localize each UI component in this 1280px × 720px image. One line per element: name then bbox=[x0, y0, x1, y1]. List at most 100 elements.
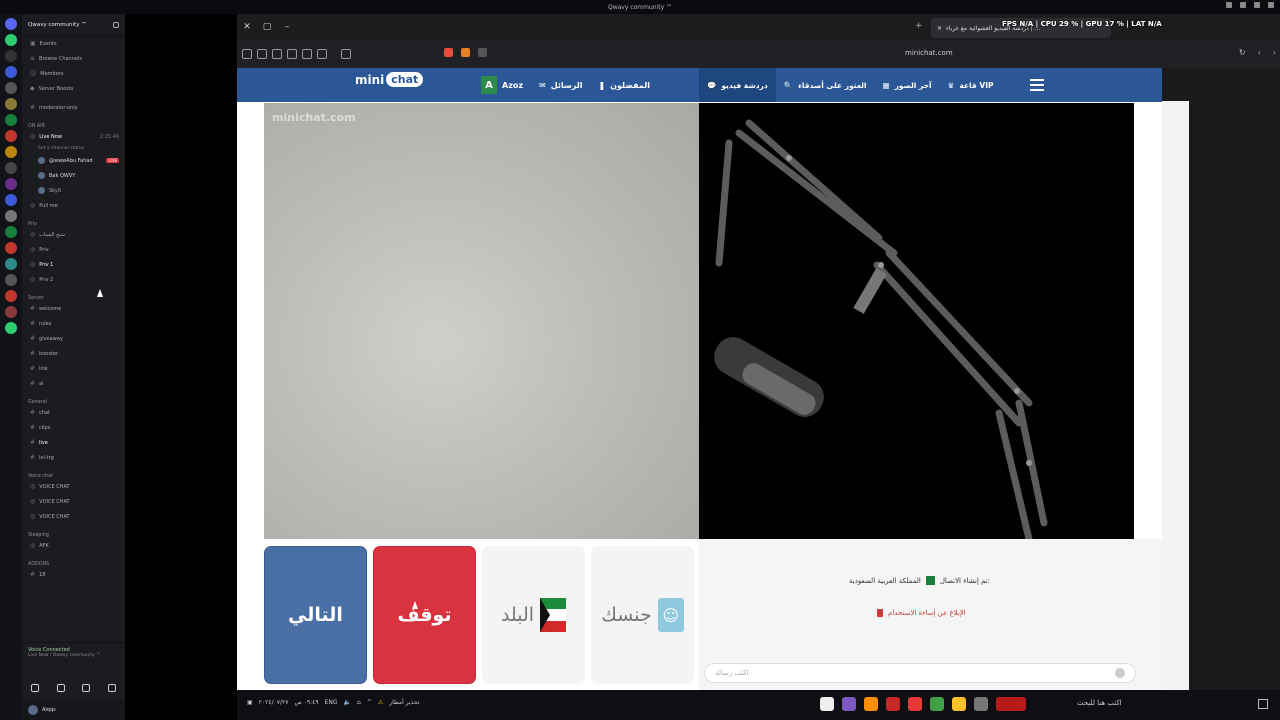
server-header[interactable]: Qwavy community ™ bbox=[22, 14, 125, 36]
windows-start-icon[interactable] bbox=[1258, 699, 1268, 709]
chevron-up-icon[interactable]: ^ bbox=[367, 699, 372, 706]
folder-icon[interactable] bbox=[952, 697, 966, 711]
weather-text[interactable]: تحذير أمطار bbox=[389, 699, 419, 706]
nav-video-chat[interactable]: 💬 دردشة فيديو bbox=[699, 68, 776, 102]
app-icon[interactable] bbox=[930, 697, 944, 711]
camera-icon[interactable] bbox=[30, 684, 39, 692]
nav-events[interactable]: ▣ Events bbox=[22, 36, 125, 51]
network-icon[interactable]: ⌂ bbox=[357, 699, 361, 706]
taskbar-search[interactable]: اكتب هنا للبحث bbox=[1077, 699, 1122, 707]
forward-icon[interactable]: › bbox=[1273, 48, 1276, 57]
channel-item[interactable]: # live bbox=[22, 435, 125, 450]
channel-item[interactable]: # chat bbox=[22, 405, 125, 420]
channel-item[interactable]: ◎ VOICE CHAT bbox=[22, 479, 125, 494]
country-button[interactable]: البلد bbox=[482, 546, 585, 684]
nav-vip[interactable]: ♛ قاعة VIP bbox=[940, 68, 1002, 102]
server-icon[interactable] bbox=[5, 66, 17, 78]
server-icon[interactable] bbox=[5, 242, 17, 254]
brave-shield-icon[interactable] bbox=[461, 48, 470, 57]
server-icon[interactable] bbox=[5, 98, 17, 110]
menu-icon[interactable] bbox=[242, 49, 252, 59]
language[interactable]: ENG bbox=[325, 699, 338, 706]
server-icon[interactable] bbox=[5, 226, 17, 238]
channel-item[interactable]: ◎ VOICE CHAT bbox=[22, 494, 125, 509]
voice-member[interactable]: Sky0 bbox=[22, 183, 125, 198]
category-on-air[interactable]: ON AIR bbox=[22, 115, 125, 129]
message-input[interactable]: اكتب رسالة bbox=[704, 663, 1136, 683]
tab-list-icon[interactable]: ▢ bbox=[257, 22, 277, 32]
nav-find-friends[interactable]: 🔍 العثور على أصدقاء bbox=[776, 68, 875, 102]
nav-members[interactable]: ☺ Members bbox=[22, 66, 125, 81]
server-icon[interactable] bbox=[5, 130, 17, 142]
channel-item[interactable]: # giveaway bbox=[22, 331, 125, 346]
music-icon[interactable] bbox=[317, 49, 327, 59]
gender-button[interactable]: جنسك ☺ bbox=[591, 546, 694, 684]
server-icon[interactable] bbox=[5, 258, 17, 270]
scrollbar[interactable] bbox=[1162, 101, 1189, 690]
stop-button[interactable]: توقف bbox=[373, 546, 476, 684]
server-icon[interactable] bbox=[5, 274, 17, 286]
favorites-link[interactable]: ❚ المفضلون bbox=[598, 81, 650, 90]
server-icon[interactable] bbox=[5, 178, 17, 190]
report-link[interactable]: الإبلاغ عن إساءة الاستخدام bbox=[877, 609, 966, 617]
channel-moderator-only[interactable]: # moderator-only bbox=[22, 100, 125, 115]
server-icon[interactable] bbox=[5, 146, 17, 158]
hamburger-menu-icon[interactable] bbox=[1030, 79, 1044, 91]
tab-icon[interactable] bbox=[341, 49, 351, 59]
category-sleeping[interactable]: Sleeping bbox=[22, 524, 125, 538]
minichat-logo[interactable]: mini chat bbox=[355, 72, 424, 87]
activity-icon[interactable] bbox=[82, 684, 91, 692]
channel-item[interactable]: # clips bbox=[22, 420, 125, 435]
app-icon[interactable] bbox=[820, 697, 834, 711]
channel-item[interactable]: ◎ Priv bbox=[22, 242, 125, 257]
server-icon[interactable] bbox=[5, 82, 17, 94]
category-general[interactable]: General bbox=[22, 391, 125, 405]
voice-member[interactable]: @wwwAbu Fahad LIVE bbox=[22, 153, 125, 168]
channel-item[interactable]: ◎ Priv 2 bbox=[22, 272, 125, 287]
server-icon[interactable] bbox=[5, 162, 17, 174]
nav-browse-channels[interactable]: ≡ Browse Channels bbox=[22, 51, 125, 66]
url-field[interactable]: minichat.com bbox=[905, 49, 953, 57]
new-tab-icon[interactable]: + bbox=[915, 21, 923, 31]
emoji-icon[interactable] bbox=[1115, 668, 1125, 678]
channel-item[interactable]: ◎ شيخ الشباب bbox=[22, 227, 125, 242]
channel-item[interactable]: # link bbox=[22, 361, 125, 376]
close-icon[interactable] bbox=[1268, 2, 1274, 8]
messages-link[interactable]: ✉ الرسائل bbox=[539, 81, 582, 90]
category-voice-chat[interactable]: Voice chat bbox=[22, 465, 125, 479]
profile-link[interactable]: A Azoz bbox=[481, 76, 523, 94]
channel-live-now[interactable]: ◎ Live Now 2:15:46 bbox=[22, 129, 125, 144]
brave-icon[interactable] bbox=[908, 697, 922, 711]
home-icon[interactable] bbox=[5, 18, 17, 30]
server-icon[interactable] bbox=[5, 34, 17, 46]
category-addons[interactable]: ADDONS bbox=[22, 553, 125, 567]
sidebar-icon[interactable] bbox=[302, 49, 312, 59]
back-icon[interactable]: ‹ bbox=[1258, 48, 1261, 57]
server-icon[interactable] bbox=[5, 322, 17, 334]
minimize-icon[interactable]: – bbox=[277, 22, 297, 32]
app-icon[interactable] bbox=[842, 697, 856, 711]
channel-item[interactable]: #18 bbox=[22, 567, 125, 582]
channel-item[interactable]: # welcome bbox=[22, 301, 125, 316]
app-icon[interactable] bbox=[996, 697, 1026, 711]
category-priv[interactable]: Priv bbox=[22, 213, 125, 227]
category-server[interactable]: Server bbox=[22, 287, 125, 301]
invite-icon[interactable] bbox=[113, 21, 119, 28]
nav-photos[interactable]: ▦ آخر الصور bbox=[874, 68, 939, 102]
server-icon[interactable] bbox=[5, 290, 17, 302]
minimize-icon[interactable] bbox=[1226, 2, 1232, 8]
avatar[interactable] bbox=[28, 705, 38, 715]
settings-icon[interactable] bbox=[1254, 2, 1260, 8]
restore-icon[interactable] bbox=[1240, 2, 1246, 8]
channel-item[interactable]: # lol-trg bbox=[22, 450, 125, 465]
voice-member[interactable]: Bak QWVY bbox=[22, 168, 125, 183]
screen-share-icon[interactable] bbox=[56, 684, 65, 692]
notification-icon[interactable]: ▣ bbox=[247, 699, 253, 706]
channel-item[interactable]: ◎ Priv 1 bbox=[22, 257, 125, 272]
undo-icon[interactable] bbox=[478, 48, 487, 57]
server-icon[interactable] bbox=[5, 210, 17, 222]
nav-server-boosts[interactable]: ◆ Server Boosts bbox=[22, 81, 125, 96]
channel-item[interactable]: # booster bbox=[22, 346, 125, 361]
extension-icon[interactable] bbox=[444, 48, 453, 57]
channel-item[interactable]: # rules bbox=[22, 316, 125, 331]
